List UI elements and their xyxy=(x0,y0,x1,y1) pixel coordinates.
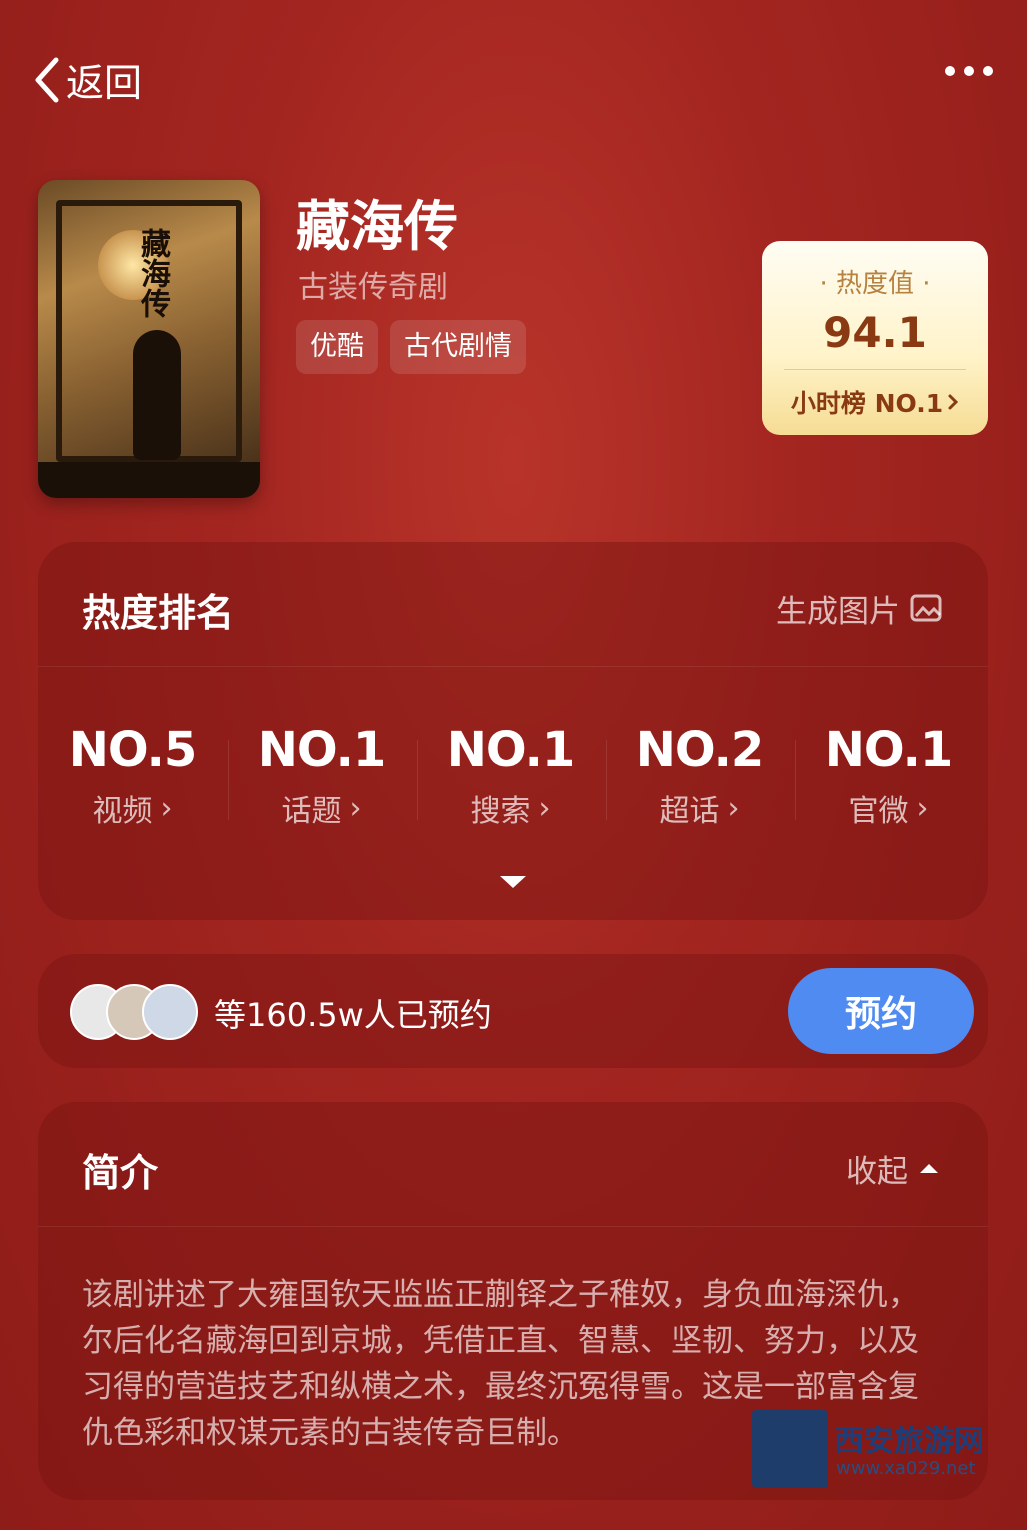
show-title: 藏海传 xyxy=(296,195,458,258)
heat-card[interactable]: · 热度值 · 94.1 小时榜 NO.1 xyxy=(762,241,988,435)
divider xyxy=(784,369,966,370)
rank-label: 官微 xyxy=(848,794,909,829)
rank-item-topic[interactable]: NO.1 话题 › xyxy=(227,722,416,830)
rank-value: NO.2 xyxy=(635,722,765,778)
tag-list: 优酷 古代剧情 xyxy=(296,320,526,374)
image-icon xyxy=(910,594,942,621)
rank-item-official[interactable]: NO.1 官微 › xyxy=(794,722,983,830)
top-bar: 返回 xyxy=(0,0,1027,150)
rank-value: NO.1 xyxy=(824,722,954,778)
avatar-group xyxy=(70,984,200,1040)
watermark: 西安旅游网 www.xa029.net xyxy=(752,1410,992,1490)
reserve-count: 等160.5w人已预约 xyxy=(214,996,492,1034)
tag-platform[interactable]: 优酷 xyxy=(296,320,378,374)
rank-item-search[interactable]: NO.1 搜索 › xyxy=(416,722,605,830)
watermark-url: www.xa029.net xyxy=(836,1458,976,1479)
divider xyxy=(38,666,988,667)
ranking-title: 热度排名 xyxy=(82,591,235,635)
chevron-right-icon xyxy=(948,394,959,410)
poster-title: 藏海传 xyxy=(135,228,170,318)
more-icon[interactable] xyxy=(945,66,993,76)
chevron-right-icon: › xyxy=(160,790,173,826)
collapse-label: 收起 xyxy=(846,1154,908,1190)
rank-label: 话题 xyxy=(281,794,342,829)
intro-title: 简介 xyxy=(82,1151,159,1195)
divider xyxy=(38,1226,988,1227)
rank-item-supertopic[interactable]: NO.2 超话 › xyxy=(605,722,794,830)
chevron-right-icon: › xyxy=(727,790,740,826)
show-genre: 古装传奇剧 xyxy=(298,270,448,305)
chevron-right-icon: › xyxy=(538,790,551,826)
poster-image[interactable]: 藏海传 xyxy=(38,180,260,498)
heat-rank-text: 小时榜 NO.1 xyxy=(790,389,944,418)
generate-image-button[interactable]: 生成图片 xyxy=(776,586,944,631)
rank-label: 搜索 xyxy=(470,794,531,829)
avatar xyxy=(142,984,198,1040)
rank-label: 视频 xyxy=(92,794,153,829)
rank-label: 超话 xyxy=(659,794,720,829)
watermark-logo xyxy=(752,1410,828,1488)
reserve-panel: 等160.5w人已预约 预约 xyxy=(38,954,988,1068)
caret-up-icon xyxy=(920,1164,938,1173)
heat-label: · 热度值 · xyxy=(819,269,931,299)
expand-icon[interactable] xyxy=(500,876,526,888)
chevron-right-icon: › xyxy=(916,790,929,826)
chevron-right-icon: › xyxy=(349,790,362,826)
back-label: 返回 xyxy=(66,61,143,105)
reserve-button[interactable]: 预约 xyxy=(788,968,974,1054)
heat-value: 94.1 xyxy=(823,308,927,357)
ranking-panel: 热度排名 生成图片 NO.5 视频 › NO.1 话题 › NO.1 搜索 › NO.… xyxy=(38,542,988,920)
rank-item-video[interactable]: NO.5 视频 › xyxy=(38,722,227,830)
rank-value: NO.5 xyxy=(68,722,198,778)
tag-category[interactable]: 古代剧情 xyxy=(390,320,526,374)
rank-value: NO.1 xyxy=(446,722,576,778)
chevron-left-icon xyxy=(35,57,59,102)
back-button[interactable]: 返回 xyxy=(32,52,142,107)
watermark-title: 西安旅游网 xyxy=(834,1424,984,1459)
generate-image-label: 生成图片 xyxy=(776,594,900,630)
collapse-button[interactable]: 收起 xyxy=(846,1146,938,1191)
heat-rank: 小时榜 NO.1 xyxy=(762,384,988,420)
rank-value: NO.1 xyxy=(257,722,387,778)
